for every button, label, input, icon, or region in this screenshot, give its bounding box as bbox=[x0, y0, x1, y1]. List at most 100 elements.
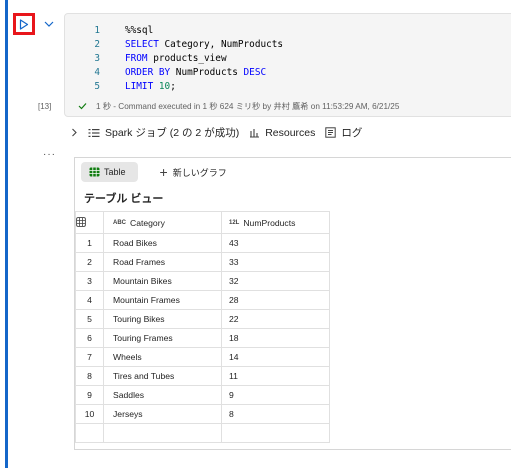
more-options-icon[interactable]: ··· bbox=[43, 149, 56, 160]
numproducts-cell: 33 bbox=[221, 252, 330, 272]
grid-icon bbox=[76, 216, 86, 227]
table-row[interactable]: 1 Road Bikes 43 bbox=[75, 233, 330, 253]
line-number: 1 bbox=[94, 25, 100, 36]
code-token: %%sql bbox=[125, 25, 154, 36]
code-token: DESC bbox=[243, 67, 267, 78]
category-cell: Saddles bbox=[103, 385, 222, 405]
code-token: Category, NumProducts bbox=[158, 39, 284, 50]
code-token: ; bbox=[170, 81, 176, 92]
table-header-row: ABC Category 12L NumProducts bbox=[75, 211, 330, 234]
code-line: 5 LIMIT 10; bbox=[89, 80, 283, 94]
table-row[interactable]: 5 Touring Bikes 22 bbox=[75, 309, 330, 329]
plus-icon: + bbox=[159, 164, 168, 180]
result-table: ABC Category 12L NumProducts 1 Road Bikes… bbox=[75, 211, 330, 443]
empty-row bbox=[75, 423, 330, 443]
log-icon bbox=[325, 127, 337, 138]
row-index: 3 bbox=[75, 271, 104, 291]
spark-jobs-label[interactable]: Spark ジョブ (2 の 2 が成功) bbox=[105, 125, 239, 140]
resources-icon bbox=[249, 128, 260, 138]
chevron-right-icon[interactable] bbox=[70, 128, 78, 137]
category-cell: Road Bikes bbox=[103, 233, 222, 253]
spark-jobs-icon bbox=[88, 128, 100, 138]
column-type-tag: ABC bbox=[113, 219, 126, 226]
code-token: LIMIT bbox=[125, 81, 154, 92]
row-index: 1 bbox=[75, 233, 104, 253]
code-line: 4 ORDER BY NumProducts DESC bbox=[89, 66, 283, 80]
check-icon bbox=[78, 103, 87, 110]
spark-jobs-bar: Spark ジョブ (2 の 2 が成功) Resources ログ bbox=[70, 125, 362, 140]
execution-status: 1 秒 - Command executed in 1 秒 624 ミリ秒 by… bbox=[78, 100, 399, 112]
tab-table[interactable]: Table bbox=[81, 162, 138, 182]
table-row[interactable]: 8 Tires and Tubes 11 bbox=[75, 366, 330, 386]
code-token: SELECT bbox=[125, 39, 159, 50]
category-cell: Mountain Bikes bbox=[103, 271, 222, 291]
category-cell: Jerseys bbox=[103, 404, 222, 424]
row-index: 9 bbox=[75, 385, 104, 405]
numproducts-cell: 18 bbox=[221, 328, 330, 348]
code-line: 1 %%sql bbox=[89, 24, 283, 38]
numproducts-cell: 9 bbox=[221, 385, 330, 405]
resources-button[interactable]: Resources bbox=[265, 127, 315, 139]
code-line: 3 FROM products_view bbox=[89, 52, 283, 66]
chevron-down-icon[interactable] bbox=[42, 17, 56, 31]
table-row[interactable]: 6 Touring Frames 18 bbox=[75, 328, 330, 348]
code-token: ORDER BY bbox=[125, 67, 171, 78]
category-cell: Tires and Tubes bbox=[103, 366, 222, 386]
column-header-numproducts[interactable]: 12L NumProducts bbox=[221, 211, 330, 234]
numproducts-cell: 8 bbox=[221, 404, 330, 424]
row-index: 4 bbox=[75, 290, 104, 310]
column-header-category[interactable]: ABC Category bbox=[103, 211, 222, 234]
category-cell: Road Frames bbox=[103, 252, 222, 272]
table-row[interactable]: 2 Road Frames 33 bbox=[75, 252, 330, 272]
table-row[interactable]: 10 Jerseys 8 bbox=[75, 404, 330, 424]
run-cell-button[interactable] bbox=[13, 13, 35, 35]
category-cell: Touring Frames bbox=[103, 328, 222, 348]
row-index: 2 bbox=[75, 252, 104, 272]
category-cell: Mountain Frames bbox=[103, 290, 222, 310]
empty-cell bbox=[221, 423, 330, 443]
empty-cell bbox=[75, 423, 104, 443]
tab-table-label: Table bbox=[104, 167, 126, 177]
active-cell-indicator bbox=[5, 0, 8, 468]
table-icon bbox=[89, 167, 100, 177]
table-row[interactable]: 3 Mountain Bikes 32 bbox=[75, 271, 330, 291]
empty-cell bbox=[103, 423, 222, 443]
table-view-title: テーブル ビュー bbox=[84, 193, 164, 205]
new-graph-label: 新しいグラフ bbox=[172, 167, 227, 178]
code-line: 2 SELECT Category, NumProducts bbox=[89, 38, 283, 52]
table-row[interactable]: 9 Saddles 9 bbox=[75, 385, 330, 405]
table-row[interactable]: 4 Mountain Frames 28 bbox=[75, 290, 330, 310]
category-cell: Wheels bbox=[103, 347, 222, 367]
result-tabs: Table + 新しいグラフ bbox=[81, 162, 227, 182]
code-token: NumProducts bbox=[170, 67, 244, 78]
category-cell: Touring Bikes bbox=[103, 309, 222, 329]
line-number: 5 bbox=[94, 81, 100, 92]
numproducts-cell: 28 bbox=[221, 290, 330, 310]
table-row[interactable]: 7 Wheels 14 bbox=[75, 347, 330, 367]
play-icon bbox=[19, 18, 29, 30]
row-index: 6 bbox=[75, 328, 104, 348]
row-index: 8 bbox=[75, 366, 104, 386]
execution-count: [13] bbox=[38, 102, 52, 111]
code-token: FROM bbox=[125, 53, 148, 64]
grid-icon-header[interactable] bbox=[75, 211, 104, 234]
row-index: 5 bbox=[75, 309, 104, 329]
new-graph-button[interactable]: + 新しいグラフ bbox=[160, 165, 227, 179]
column-type-tag: 12L bbox=[229, 219, 240, 226]
row-index: 7 bbox=[75, 347, 104, 367]
line-number: 2 bbox=[94, 39, 100, 50]
code-token: products_view bbox=[147, 53, 227, 64]
line-number: 4 bbox=[94, 67, 100, 78]
numproducts-cell: 11 bbox=[221, 366, 330, 386]
execution-status-text: 1 秒 - Command executed in 1 秒 624 ミリ秒 by… bbox=[96, 102, 400, 111]
row-index: 10 bbox=[75, 404, 104, 424]
line-number: 3 bbox=[94, 53, 100, 64]
numproducts-cell: 32 bbox=[221, 271, 330, 291]
log-button[interactable]: ログ bbox=[341, 125, 362, 140]
result-panel: Table + 新しいグラフ テーブル ビュー ABC Category 12L… bbox=[74, 157, 511, 450]
code-token: 10 bbox=[158, 81, 171, 92]
numproducts-cell: 43 bbox=[221, 233, 330, 253]
column-header-label: NumProducts bbox=[243, 217, 296, 228]
code-lines: 1 %%sql 2 SELECT Category, NumProducts 3 FROM… bbox=[89, 24, 283, 94]
column-header-label: Category bbox=[130, 217, 165, 228]
